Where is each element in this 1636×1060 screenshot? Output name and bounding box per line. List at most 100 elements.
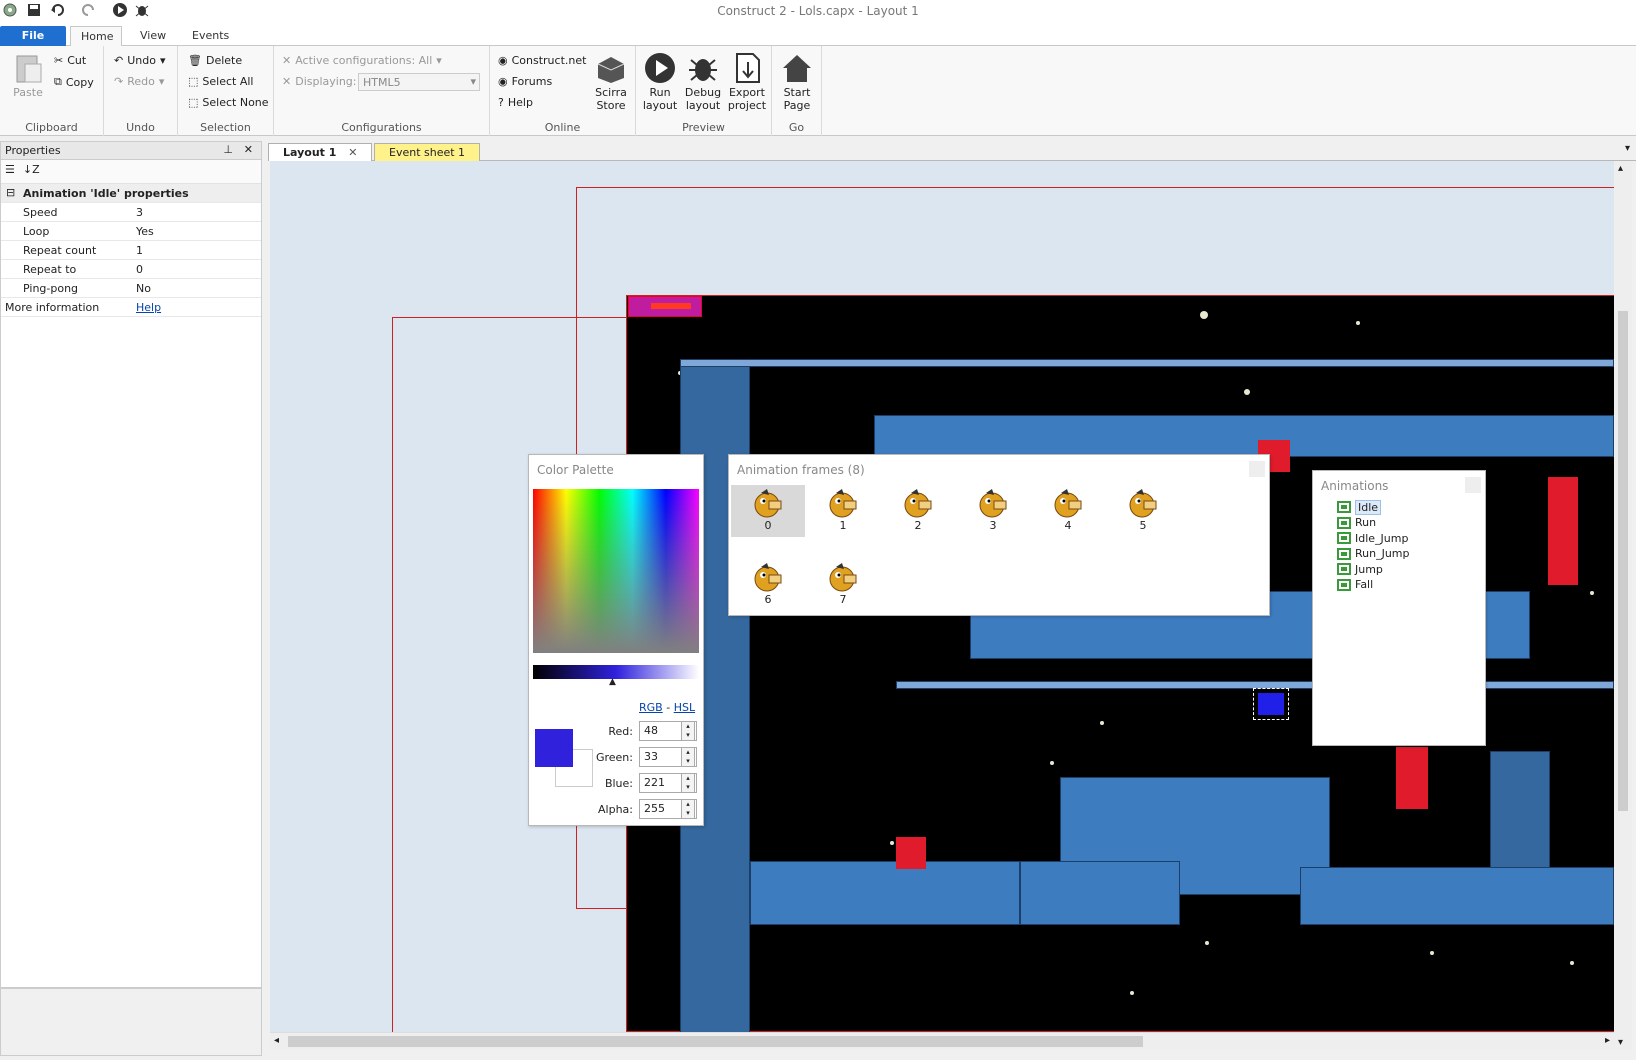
tabs-dropdown-icon[interactable]: ▾ xyxy=(1625,143,1630,154)
animation-frame[interactable]: 1 xyxy=(806,485,880,537)
animation-frame[interactable]: 2 xyxy=(881,485,955,537)
slider-marker-icon[interactable]: ▲ xyxy=(609,677,616,687)
redo-icon: ↷ xyxy=(114,75,124,88)
undo-button[interactable]: ↶ Undo ▾ xyxy=(114,54,166,67)
animation-item[interactable]: Idle_Jump xyxy=(1337,530,1408,546)
cut-button[interactable]: ✂ Cut xyxy=(54,54,86,67)
close-icon[interactable]: ✕ xyxy=(244,143,253,156)
tab-event-sheet[interactable]: Event sheet 1 xyxy=(374,143,481,161)
tab-file[interactable]: File xyxy=(0,26,66,46)
copy-icon: ⧉ xyxy=(54,75,62,88)
paste-button[interactable]: Paste xyxy=(8,52,48,99)
horizontal-scrollbar[interactable]: ◂ ▸ xyxy=(270,1032,1614,1050)
displaying-select[interactable]: HTML5 ▾ xyxy=(358,73,480,91)
wrench-icon: ✕ xyxy=(282,54,292,67)
animation-frame[interactable]: 4 xyxy=(1031,485,1105,537)
select-all-button[interactable]: ⬚ Select All xyxy=(188,75,253,88)
animations-panel: Animations Idle Run Idle_Jump Run_Jump Jump F… xyxy=(1312,470,1486,746)
brightness-slider[interactable] xyxy=(533,665,699,679)
bird-sprite-icon xyxy=(829,489,857,518)
property-row[interactable]: Ping-pong No xyxy=(1,279,261,298)
animation-frame[interactable]: 5 xyxy=(1106,485,1180,537)
help-link[interactable]: ? Help xyxy=(498,96,533,109)
start-page-button[interactable]: Start Page xyxy=(776,52,818,112)
top-ledge[interactable] xyxy=(680,359,1614,367)
green-spinner[interactable]: ▴ ▾ xyxy=(681,747,695,767)
frame-number: 1 xyxy=(839,519,847,532)
export-project-button[interactable]: Export project xyxy=(726,52,768,112)
property-row[interactable]: Loop Yes xyxy=(1,222,261,241)
property-value[interactable]: 0 xyxy=(136,263,143,276)
animation-frame[interactable]: 6 xyxy=(731,559,805,611)
hsl-link[interactable]: HSL xyxy=(674,701,695,714)
scroll-thumb[interactable] xyxy=(288,1036,1143,1047)
animation-frame[interactable]: 3 xyxy=(956,485,1030,537)
scroll-up-icon[interactable]: ▴ xyxy=(1618,163,1623,174)
pin-icon[interactable]: ⊥ xyxy=(223,143,233,156)
animation-item[interactable]: Run_Jump xyxy=(1337,546,1410,562)
platform-lower-mid[interactable] xyxy=(1020,861,1180,925)
red-hazard[interactable] xyxy=(1548,477,1578,585)
star xyxy=(1050,761,1054,765)
tab-home[interactable]: Home xyxy=(70,26,122,47)
color-spectrum[interactable] xyxy=(533,489,699,653)
debug-layout-button[interactable]: Debug layout xyxy=(682,52,724,112)
tab-layout[interactable]: Layout 1 ✕ xyxy=(268,143,373,161)
construct-net-link[interactable]: ◉ Construct.net xyxy=(498,54,586,67)
property-category[interactable]: ⊟ Animation 'Idle' properties xyxy=(1,184,261,203)
red-hazard[interactable] xyxy=(1396,747,1428,809)
panel-close-icon[interactable] xyxy=(1465,477,1481,493)
panel-close-icon[interactable] xyxy=(1249,461,1265,477)
active-configurations-dropdown[interactable]: ✕ Active configurations: All ▾ xyxy=(282,54,442,67)
scroll-thumb[interactable] xyxy=(1618,311,1628,811)
copy-button[interactable]: ⧉ Copy xyxy=(54,75,94,89)
color-palette-panel: Color Palette ▲ RGB - HSL Red: 48 ▴ ▾ Gre… xyxy=(528,454,704,826)
film-strip-icon xyxy=(1337,547,1351,560)
rgb-link[interactable]: RGB xyxy=(639,701,663,714)
property-value[interactable]: 1 xyxy=(136,244,143,257)
property-row[interactable]: Repeat count 1 xyxy=(1,241,261,260)
tab-events[interactable]: Events xyxy=(182,26,239,46)
property-value[interactable]: No xyxy=(136,282,151,295)
forums-link[interactable]: ◉ Forums xyxy=(498,75,552,88)
sort-az-icon[interactable]: ↓Z xyxy=(23,163,40,180)
redo-button[interactable]: ↷ Redo ▾ xyxy=(114,75,164,88)
hud-sprite[interactable] xyxy=(628,296,702,317)
animation-item[interactable]: Idle xyxy=(1337,499,1382,515)
collapse-icon[interactable]: ⊟ xyxy=(6,186,15,199)
animation-item[interactable]: Jump xyxy=(1337,561,1383,577)
scroll-left-icon[interactable]: ◂ xyxy=(274,1035,279,1046)
categorized-icon[interactable]: ☰ xyxy=(5,163,15,180)
scroll-right-icon[interactable]: ▸ xyxy=(1605,1035,1610,1046)
group-preview: Run layout Debug layout Export project Prev… xyxy=(636,46,772,136)
select-none-button[interactable]: ⬚ Select None xyxy=(188,96,269,109)
platform-upper[interactable] xyxy=(874,415,1614,457)
animation-frame[interactable]: 0 xyxy=(731,485,805,537)
red-hazard[interactable] xyxy=(896,837,926,869)
close-tab-icon[interactable]: ✕ xyxy=(348,146,357,159)
animation-frame[interactable]: 7 xyxy=(806,559,880,611)
scroll-down-icon[interactable]: ▾ xyxy=(1618,1037,1623,1048)
platform-lower-left[interactable] xyxy=(750,861,1020,925)
thin-ledge[interactable] xyxy=(896,681,1614,689)
scirra-store-button[interactable]: Scirra Store xyxy=(590,52,632,112)
property-value[interactable]: 3 xyxy=(136,206,143,219)
property-row[interactable]: Repeat to 0 xyxy=(1,260,261,279)
delete-button[interactable]: 🗑 Delete xyxy=(188,54,242,67)
property-row[interactable]: Speed 3 xyxy=(1,203,261,222)
run-layout-button[interactable]: Run layout xyxy=(640,52,680,112)
platform-lower-right[interactable] xyxy=(1300,867,1614,925)
player-sprite[interactable] xyxy=(1253,688,1289,720)
property-value[interactable]: Yes xyxy=(136,225,154,238)
blue-spinner[interactable]: ▴ ▾ xyxy=(681,773,695,793)
panel-title: Animations xyxy=(1321,479,1389,493)
vertical-scrollbar[interactable]: ▴ ▾ xyxy=(1614,161,1632,1050)
property-key: Repeat count xyxy=(23,244,97,257)
help-link[interactable]: Help xyxy=(136,301,161,314)
animation-item[interactable]: Fall xyxy=(1337,577,1373,593)
tab-view[interactable]: View xyxy=(130,26,176,46)
animation-item[interactable]: Run xyxy=(1337,515,1376,531)
star xyxy=(1205,941,1209,945)
alpha-spinner[interactable]: ▴ ▾ xyxy=(681,799,695,819)
red-spinner[interactable]: ▴ ▾ xyxy=(681,721,695,741)
